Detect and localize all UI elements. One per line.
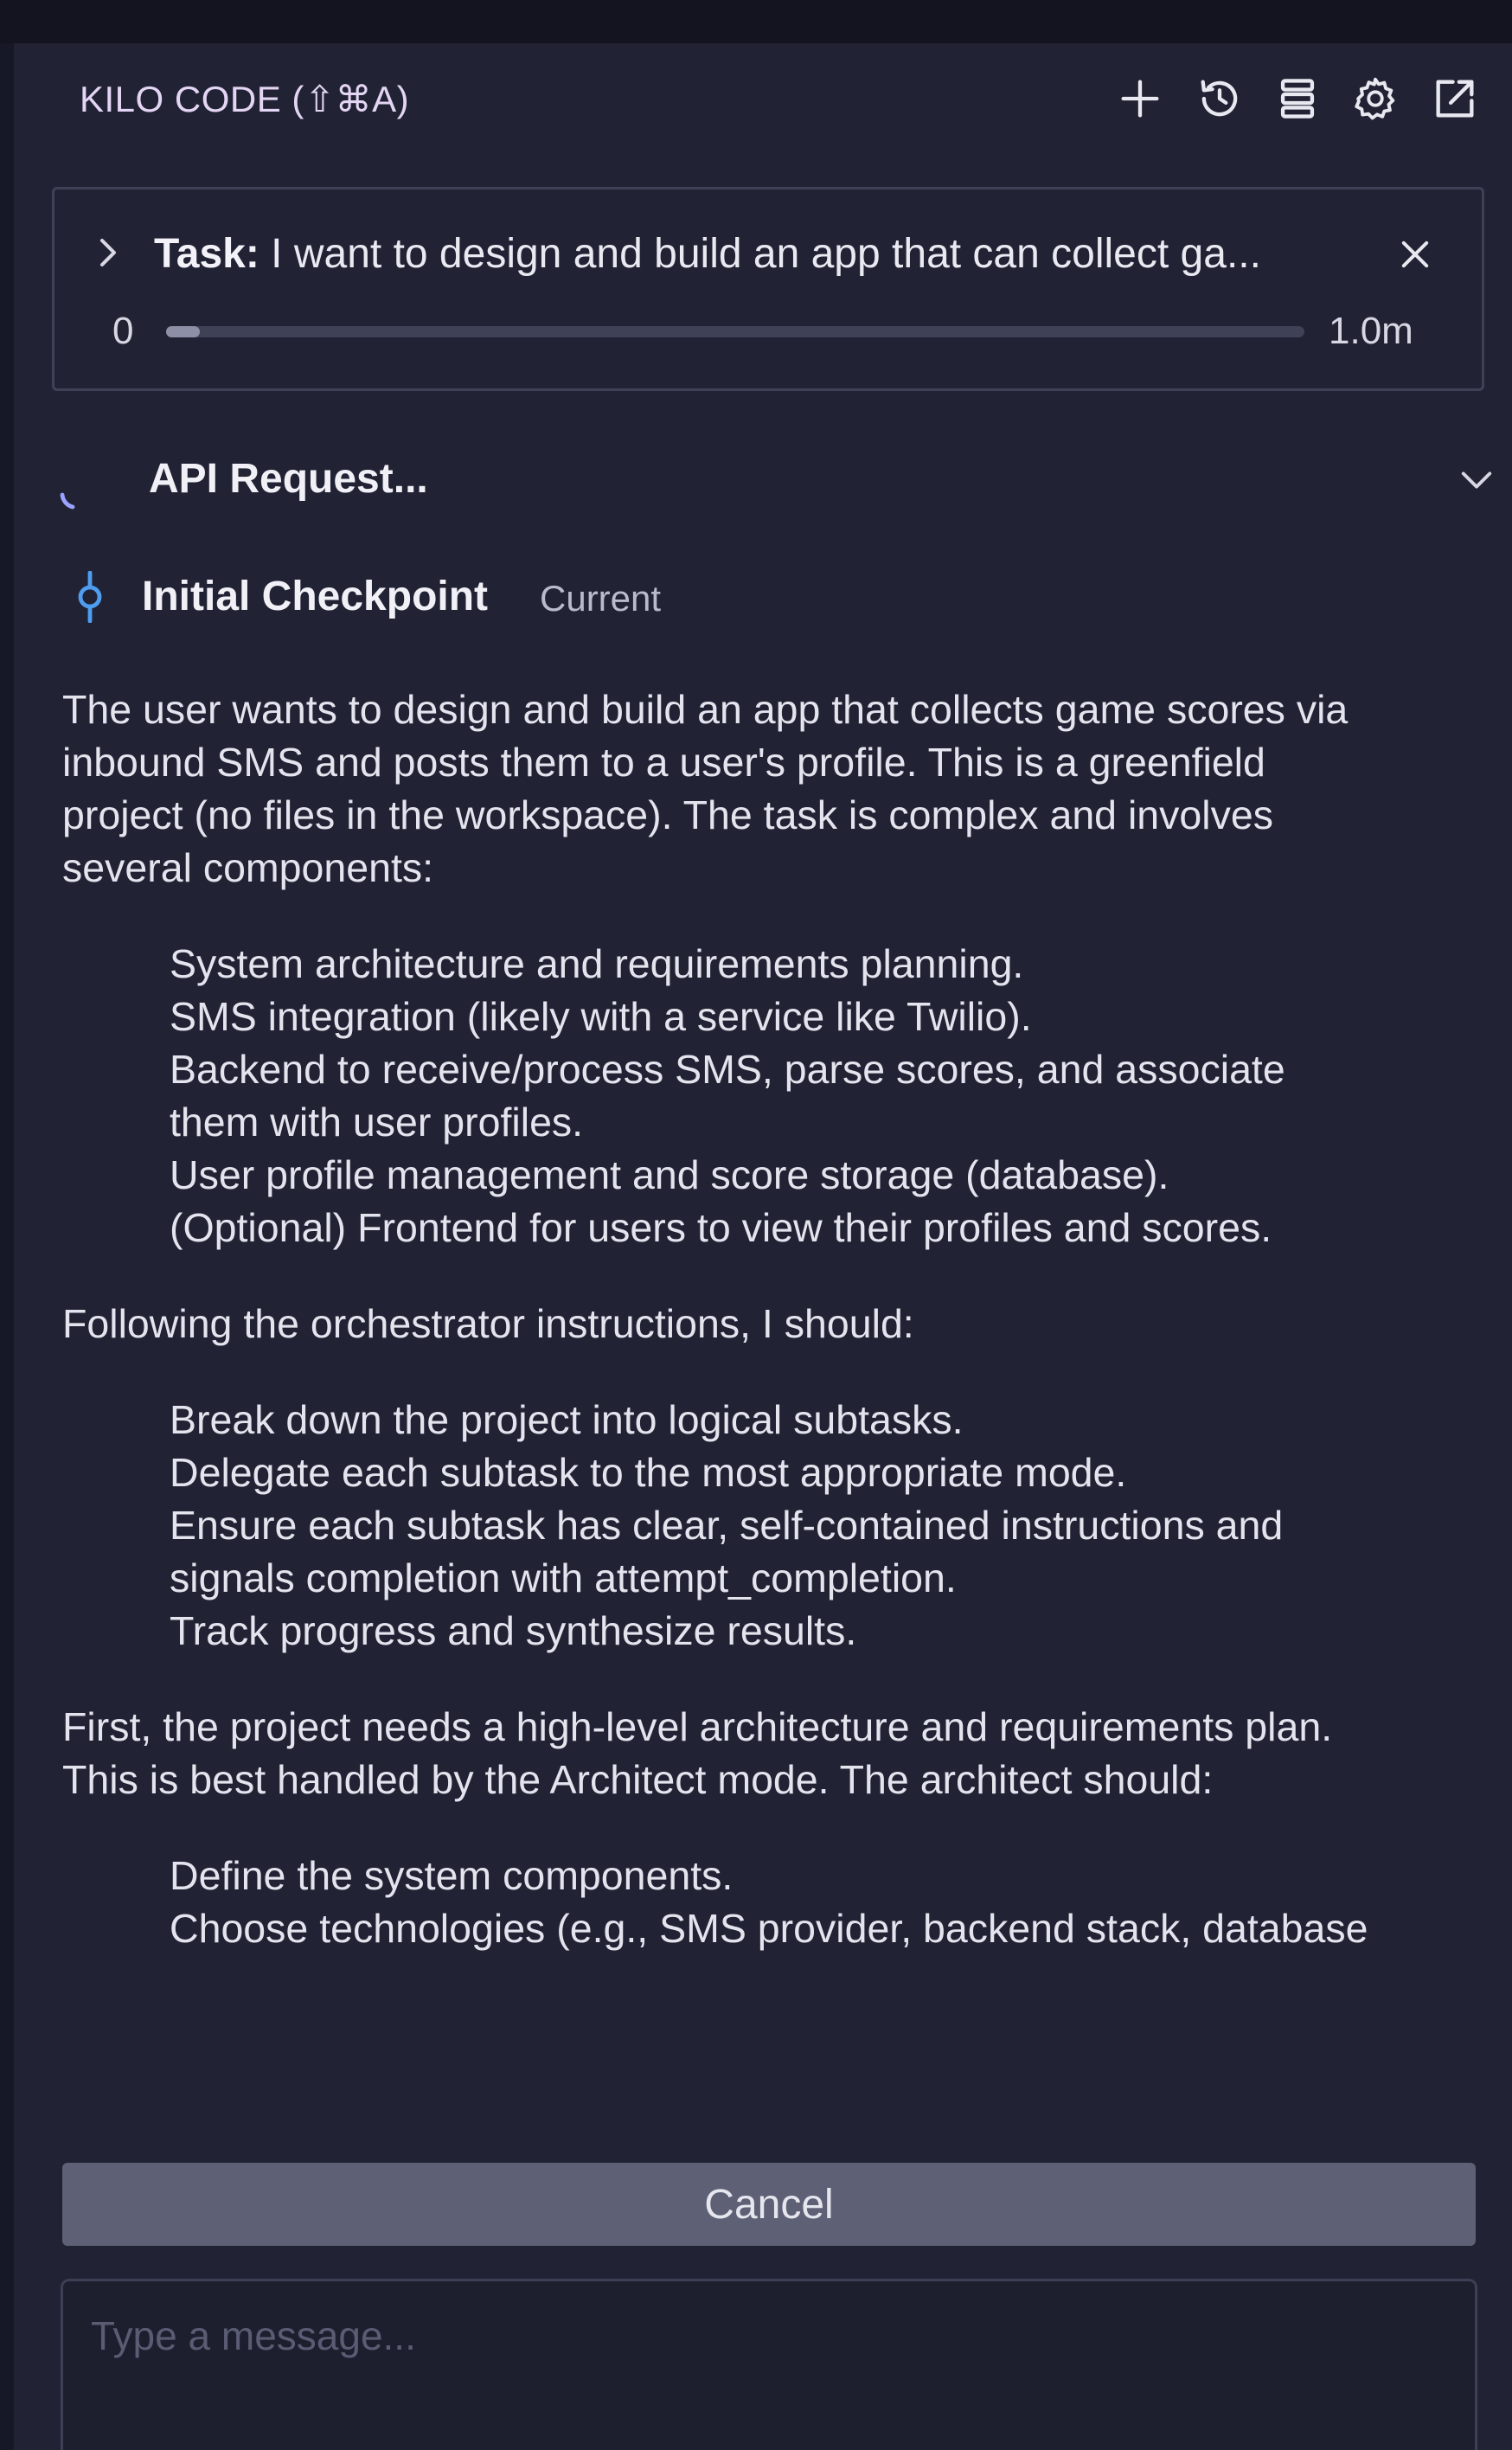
list-item: Track progress and synthesize results. [170, 1608, 857, 1653]
text-line: several components: [62, 845, 434, 890]
server-stack-icon [1280, 79, 1315, 119]
chevron-right-icon [100, 239, 116, 266]
text-line: The user wants to design and build an ap… [62, 687, 1349, 732]
text-line: project (no files in the workspace). The… [62, 792, 1273, 837]
text-line: First, the project needs a high-level ar… [62, 1704, 1333, 1749]
list-item: Delegate each subtask to the most approp… [170, 1450, 1127, 1495]
external-link-icon [1436, 80, 1474, 118]
list-item: signals completion with attempt_completi… [170, 1555, 957, 1600]
list-item: System architecture and requirements pla… [170, 941, 1024, 986]
list-item: them with user profiles. [170, 1100, 584, 1145]
checkpoint-status: Current [540, 578, 662, 619]
open-in-editor-button[interactable] [1427, 71, 1483, 126]
architect-list: Define the system components. Choose tec… [62, 1850, 1507, 1955]
close-icon [1401, 241, 1429, 268]
context-window-size: 1.0m [1329, 310, 1413, 352]
list-item: SMS integration (likely with a service l… [170, 994, 1032, 1039]
window-top-strip [0, 0, 1512, 43]
task-header [52, 187, 1484, 391]
task-expand-toggle[interactable] [90, 232, 125, 273]
checkpoint-label: Initial Checkpoint [142, 574, 489, 619]
steps-list: Break down the project into logical subt… [62, 1394, 1507, 1658]
text-line: This is best handled by the Architect mo… [62, 1757, 1214, 1802]
api-request-expand-toggle[interactable] [1455, 459, 1498, 502]
new-task-button[interactable] [1112, 71, 1168, 126]
close-task-button[interactable] [1391, 230, 1439, 279]
task-description: I want to design and build an app that c… [259, 231, 1261, 277]
components-list: System architecture and requirements pla… [62, 938, 1507, 1254]
panel-title: KILO CODE (⇧⌘A) [80, 79, 410, 119]
context-progress-bar [166, 326, 1304, 337]
context-tokens-used: 0 [112, 310, 134, 352]
mcp-servers-button[interactable] [1270, 71, 1325, 126]
architect-paragraph: First, the project needs a high-level ar… [62, 1701, 1507, 1806]
list-item: Ensure each subtask has clear, self-cont… [170, 1503, 1284, 1548]
following-paragraph: Following the orchestrator instructions,… [62, 1301, 914, 1346]
api-request-label: API Request... [149, 456, 428, 502]
history-icon [1201, 80, 1238, 117]
list-item: User profile management and score storag… [170, 1152, 1169, 1197]
task-label: Task: [154, 231, 259, 277]
plus-icon [1121, 80, 1159, 118]
list-item: Define the system components. [170, 1853, 734, 1898]
cancel-button[interactable]: Cancel [62, 2163, 1476, 2246]
chevron-down-icon [1461, 471, 1492, 489]
text-line: inbound SMS and posts them to a user's p… [62, 740, 1265, 785]
context-progress-fill [166, 326, 201, 337]
list-item: Backend to receive/process SMS, parse sc… [170, 1047, 1285, 1092]
chat-input-placeholder: Type a message... [91, 2313, 416, 2358]
task-title[interactable]: Task: I want to design and build an app … [154, 230, 1348, 279]
settings-button[interactable] [1348, 71, 1403, 126]
gear-icon [1355, 77, 1395, 120]
history-button[interactable] [1192, 71, 1247, 126]
assistant-message: The user wants to design and build an ap… [62, 683, 1507, 1955]
git-commit-icon [78, 571, 102, 623]
loading-spinner-icon [60, 492, 75, 510]
intro-paragraph: The user wants to design and build an ap… [62, 683, 1507, 895]
list-item: Choose technologies (e.g., SMS provider,… [170, 1906, 1368, 1951]
chat-input[interactable]: Type a message... [61, 2279, 1477, 2450]
list-item: (Optional) Frontend for users to view th… [170, 1205, 1272, 1250]
list-item: Break down the project into logical subt… [170, 1397, 964, 1442]
app-window: KILO CODE (⇧⌘A) Task: I want to design a… [0, 0, 1512, 2450]
